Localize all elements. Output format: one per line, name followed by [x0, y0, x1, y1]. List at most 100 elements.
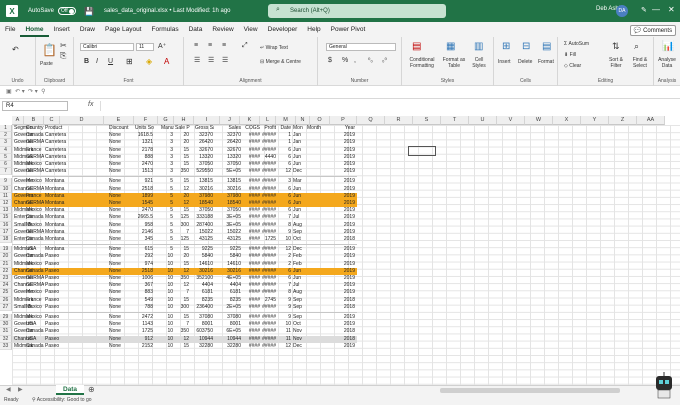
cell[interactable]: ####	[242, 261, 261, 268]
column-header-j[interactable]: J	[220, 116, 240, 125]
cell[interactable]: 2470	[134, 207, 154, 214]
cell[interactable]: 788	[134, 304, 154, 311]
cell[interactable]: 5E+05	[220, 168, 242, 175]
cell[interactable]: Montana	[44, 200, 82, 207]
cell[interactable]: 9	[277, 229, 292, 236]
cell[interactable]: 2019	[328, 193, 356, 200]
cell[interactable]: ####	[242, 132, 261, 139]
decrease-decimal-icon[interactable]: ₀⁰	[382, 57, 387, 64]
row-header[interactable]: 1	[0, 125, 12, 133]
cell[interactable]: #####	[261, 186, 277, 193]
column-header-b[interactable]: B	[24, 116, 44, 125]
cell[interactable]: Paseo	[44, 268, 82, 275]
cell[interactable]: 18540	[220, 200, 242, 207]
cell[interactable]: 1725	[134, 328, 154, 335]
cell[interactable]: 367	[134, 282, 154, 289]
cell[interactable]: 3E+05	[220, 222, 242, 229]
cell[interactable]: 9	[277, 314, 292, 321]
cell[interactable]: Mexico	[25, 178, 44, 185]
column-header-f[interactable]: F	[134, 116, 158, 125]
column-header-t[interactable]: T	[441, 116, 469, 125]
cell[interactable]	[306, 297, 328, 304]
cell[interactable]: Canada	[25, 268, 44, 275]
cell[interactable]: 2019	[328, 268, 356, 275]
row-header[interactable]: 29	[0, 314, 12, 322]
cell[interactable]: Dec	[292, 168, 306, 175]
cell[interactable]: 32670	[194, 147, 214, 154]
column-header-v[interactable]: V	[497, 116, 525, 125]
cell[interactable]: 8235	[220, 297, 242, 304]
cell[interactable]: 1513	[134, 168, 154, 175]
cell[interactable]: Canada	[25, 253, 44, 260]
row-header[interactable]: 9	[0, 178, 12, 186]
cell[interactable]: ####	[242, 147, 261, 154]
cell[interactable]: Dec	[292, 343, 306, 350]
cell[interactable]: 2019	[328, 222, 356, 229]
cell[interactable]: GERMA	[25, 168, 44, 175]
find-select-button[interactable]: Find & Select	[628, 57, 652, 69]
cell[interactable]: 9	[277, 297, 292, 304]
cell[interactable]: 8001	[194, 321, 214, 328]
row-header[interactable]: 25	[0, 289, 12, 297]
clear-button[interactable]: ◇ Clear	[564, 63, 581, 69]
cell[interactable]: 2019	[328, 178, 356, 185]
cell[interactable]: 10	[160, 304, 174, 311]
insert-icon[interactable]: ⊞	[502, 41, 510, 52]
align-right-icon[interactable]: ☰	[222, 56, 228, 64]
cell[interactable]: Canada	[25, 214, 44, 221]
orientation-icon[interactable]: ⤢	[242, 42, 248, 50]
cell[interactable]: #####	[261, 161, 277, 168]
cell[interactable]	[306, 214, 328, 221]
cell[interactable]	[306, 193, 328, 200]
cell[interactable]: 12	[174, 186, 190, 193]
row-header[interactable]: 6	[0, 161, 12, 169]
align-middle-icon[interactable]: ≡	[208, 42, 212, 49]
autosave[interactable]: AutoSave Off	[28, 7, 77, 15]
cell[interactable]	[306, 132, 328, 139]
cell[interactable]: 2518	[134, 268, 154, 275]
cell[interactable]: ####	[242, 193, 261, 200]
cell[interactable]: 5840	[194, 253, 214, 260]
cell[interactable]: 7	[174, 321, 190, 328]
cell[interactable]: #####	[261, 268, 277, 275]
merge-centre-button[interactable]: ⊟ Merge & Centre	[260, 59, 301, 65]
cell[interactable]: 3	[160, 168, 174, 175]
cell[interactable]: Montana	[44, 229, 82, 236]
cell[interactable]: #####	[261, 261, 277, 268]
cell[interactable]: Montana	[44, 193, 82, 200]
cell[interactable]: Carretera	[44, 154, 82, 161]
cell[interactable]: 15	[174, 161, 190, 168]
cell[interactable]: USA	[25, 321, 44, 328]
cell[interactable]	[306, 289, 328, 296]
cell[interactable]: ####	[242, 154, 261, 161]
tab-view[interactable]: View	[239, 22, 263, 37]
row-header[interactable]: 17	[0, 228, 12, 236]
cell[interactable]: 10	[160, 275, 174, 282]
conditional-formatting-icon[interactable]: ▤	[412, 41, 421, 52]
italic-button[interactable]: I	[96, 58, 98, 65]
cell[interactable]: None	[108, 253, 134, 260]
wrap-text-button[interactable]: ↵ Wrap Text	[260, 45, 288, 51]
cell[interactable]: 9	[277, 304, 292, 311]
cell[interactable]: #####	[261, 328, 277, 335]
cell[interactable]: Montana	[44, 246, 82, 253]
row-header[interactable]: 30	[0, 321, 12, 329]
cell[interactable]: ####	[242, 178, 261, 185]
cell[interactable]: None	[108, 343, 134, 350]
cell[interactable]: 10	[160, 268, 174, 275]
cell[interactable]: None	[108, 268, 134, 275]
column-header-s[interactable]: S	[413, 116, 441, 125]
cell[interactable]: 2019	[328, 207, 356, 214]
cell[interactable]: None	[108, 154, 134, 161]
cell[interactable]: #####	[261, 229, 277, 236]
cell[interactable]: 1006	[134, 275, 154, 282]
column-header-aa[interactable]: AA	[637, 116, 665, 125]
cell[interactable]: Nov	[292, 336, 306, 343]
cell[interactable]: #####	[261, 200, 277, 207]
cell[interactable]: 15	[174, 154, 190, 161]
cell[interactable]: 37050	[220, 161, 242, 168]
analyse-data-button[interactable]: Analyse Data	[654, 57, 680, 69]
cell[interactable]: 350	[174, 275, 190, 282]
cell[interactable]: 6	[277, 193, 292, 200]
cell[interactable]: USA	[25, 336, 44, 343]
